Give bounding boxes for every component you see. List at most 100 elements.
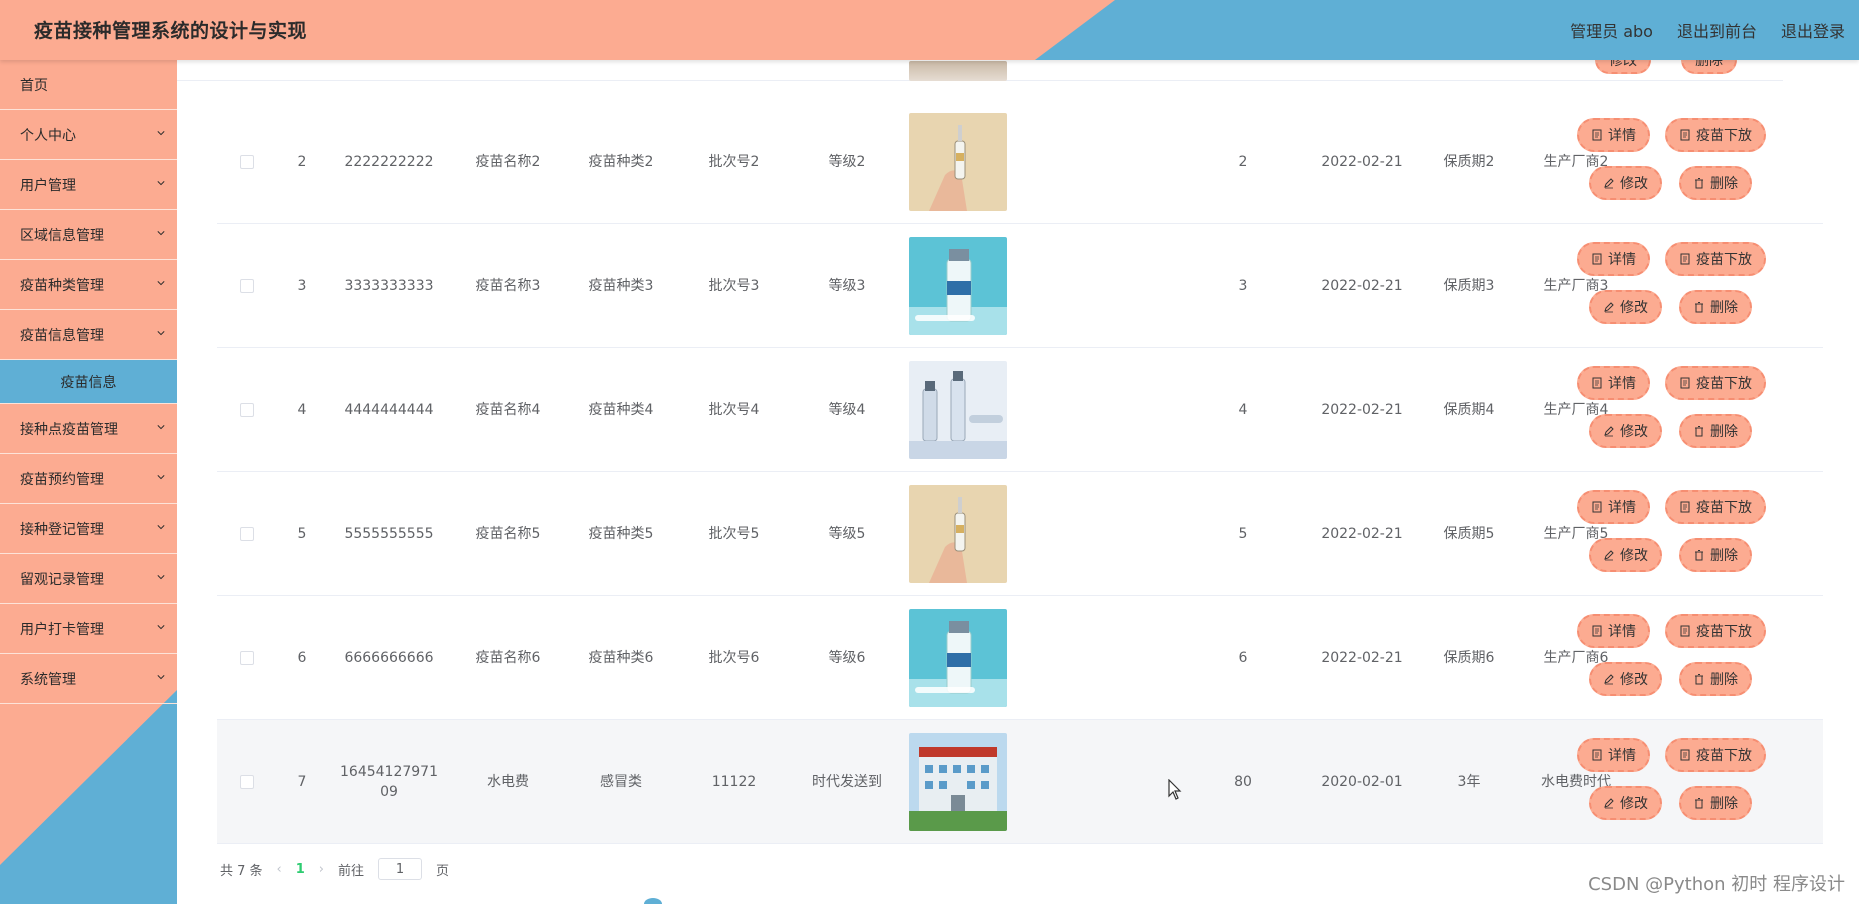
chevron-down-icon — [157, 281, 165, 286]
edit-button[interactable]: 修改 — [1589, 290, 1662, 324]
vaccine-release-button[interactable]: 疫苗下放 — [1665, 490, 1766, 524]
cell-level: 等级5 — [828, 526, 866, 542]
sidebar-item-1[interactable]: 个人中心 — [0, 110, 177, 160]
sidebar-item-3[interactable]: 区域信息管理 — [0, 210, 177, 260]
row-checkbox-cell — [217, 224, 277, 348]
trash-icon — [1695, 798, 1703, 809]
sidebar-item-2[interactable]: 用户管理 — [0, 160, 177, 210]
table-row[interactable]: 2 2222222222 疫苗名称2 疫苗种类2 批次号2 等级2 2 2022-02-21 保… — [217, 100, 1823, 224]
row-checkbox[interactable] — [240, 775, 254, 789]
sidebar-item-label: 留观记录管理 — [20, 571, 104, 588]
chevron-down-icon — [157, 475, 165, 480]
sidebar-item-label: 首页 — [20, 77, 48, 94]
row-checkbox[interactable] — [240, 527, 254, 541]
next-page-button[interactable]: › — [319, 862, 324, 877]
delete-button[interactable]: 删除 — [1679, 414, 1752, 448]
cell-qty: 5 — [1238, 526, 1248, 542]
pencil-icon — [1604, 426, 1614, 437]
detail-button[interactable]: 详情 — [1577, 118, 1650, 152]
edit-button[interactable]: 修改 — [1589, 414, 1662, 448]
app-title: 疫苗接种管理系统的设计与实现 — [34, 20, 308, 42]
vaccine-image-cell — [903, 348, 1013, 472]
trash-icon — [1695, 674, 1703, 685]
document-icon — [1680, 129, 1690, 141]
sidebar-item-6[interactable]: 接种点疫苗管理 — [0, 404, 177, 454]
table-row[interactable]: 7 1645412797109 水电费 感冒类 11122 时代发送到 80 2020-02-… — [217, 720, 1823, 844]
edit-button[interactable]: 修改 — [1589, 786, 1662, 820]
cell-shelf: 保质期6 — [1443, 650, 1495, 666]
sidebar-subitem-vaccine-info[interactable]: 疫苗信息 — [0, 360, 177, 404]
prev-page-button[interactable]: ‹ — [277, 862, 282, 877]
logout-link[interactable]: 退出登录 — [1781, 18, 1845, 42]
sidebar-item-0[interactable]: 首页 — [0, 60, 177, 110]
vaccine-image-cell — [903, 720, 1013, 844]
detail-button[interactable]: 详情 — [1577, 490, 1650, 524]
detail-button[interactable]: 详情 — [1577, 738, 1650, 772]
sidebar-item-label: 系统管理 — [20, 671, 76, 688]
trash-icon — [1695, 302, 1703, 313]
sidebar-menu: 首页个人中心用户管理区域信息管理疫苗种类管理 疫苗信息管理 疫苗信息接种点疫苗管理疫… — [0, 60, 177, 704]
cell-level: 时代发送到 — [812, 774, 882, 790]
sidebar-item-10[interactable]: 用户打卡管理 — [0, 604, 177, 654]
delete-button[interactable]: 删除 — [1679, 662, 1752, 696]
table-row[interactable]: 5 5555555555 疫苗名称5 疫苗种类5 批次号5 等级5 5 2022-02-21 保… — [217, 472, 1823, 596]
vaccine-release-button[interactable]: 疫苗下放 — [1665, 366, 1766, 400]
cell-name: 疫苗名称2 — [475, 154, 541, 170]
cell-index: 4 — [297, 402, 307, 418]
cell-level: 等级3 — [828, 278, 866, 294]
cell-date: 2022-02-21 — [1321, 526, 1403, 542]
table-row[interactable]: 3 3333333333 疫苗名称3 疫苗种类3 批次号3 等级3 3 2022-02-21 保… — [217, 224, 1823, 348]
vaccine-release-button[interactable]: 疫苗下放 — [1665, 738, 1766, 772]
row-checkbox[interactable] — [240, 651, 254, 665]
exit-to-front-link[interactable]: 退出到前台 — [1677, 18, 1757, 42]
vaccine-release-button[interactable]: 疫苗下放 — [1665, 118, 1766, 152]
page-suffix: 页 — [436, 863, 450, 879]
vaccine-image — [909, 361, 1007, 459]
vaccine-release-button[interactable]: 疫苗下放 — [1665, 242, 1766, 276]
vaccine-image — [909, 609, 1007, 707]
vaccine-release-button[interactable]: 疫苗下放 — [1665, 614, 1766, 648]
delete-button[interactable]: 删除 — [1679, 166, 1752, 200]
cell-qty: 6 — [1238, 650, 1248, 666]
cell-index: 3 — [297, 278, 307, 294]
page-1-button[interactable]: 1 — [296, 862, 305, 877]
sidebar-item-label: 区域信息管理 — [20, 227, 104, 244]
detail-button[interactable]: 详情 — [1577, 242, 1650, 276]
chevron-down-icon — [157, 625, 165, 630]
cell-name: 疫苗名称6 — [475, 650, 541, 666]
cell-type: 疫苗种类5 — [588, 526, 654, 542]
sidebar-item-9[interactable]: 留观记录管理 — [0, 554, 177, 604]
edit-button[interactable]: 修改 — [1589, 662, 1662, 696]
sidebar-item-7[interactable]: 疫苗预约管理 — [0, 454, 177, 504]
table-row[interactable]: 4 4444444444 疫苗名称4 疫苗种类4 批次号4 等级4 4 2022-02-21 保… — [217, 348, 1823, 472]
sidebar: 首页个人中心用户管理区域信息管理疫苗种类管理 疫苗信息管理 疫苗信息接种点疫苗管理疫… — [0, 60, 177, 904]
sidebar-item-4[interactable]: 疫苗种类管理 — [0, 260, 177, 310]
sidebar-item-11[interactable]: 系统管理 — [0, 654, 177, 704]
document-icon — [1592, 625, 1602, 637]
cell-type: 疫苗种类6 — [588, 650, 654, 666]
delete-button[interactable]: 删除 — [1679, 290, 1752, 324]
row-checkbox[interactable] — [240, 403, 254, 417]
trash-icon — [1695, 426, 1703, 437]
row-checkbox-cell — [217, 472, 277, 596]
cell-level: 等级4 — [828, 402, 866, 418]
table-row[interactable]: 6 6666666666 疫苗名称6 疫苗种类6 批次号6 等级6 6 2022-02-21 保… — [217, 596, 1823, 720]
row-checkbox[interactable] — [240, 279, 254, 293]
pencil-icon — [1604, 550, 1614, 561]
edit-button[interactable]: 修改 — [1589, 538, 1662, 572]
delete-button[interactable]: 删除 — [1679, 538, 1752, 572]
sidebar-item-8[interactable]: 接种登记管理 — [0, 504, 177, 554]
cell-name: 水电费 — [487, 774, 529, 790]
cell-qty: 4 — [1238, 402, 1248, 418]
row-checkbox[interactable] — [240, 155, 254, 169]
goto-page-input[interactable] — [378, 858, 423, 880]
detail-button[interactable]: 详情 — [1577, 614, 1650, 648]
detail-button[interactable]: 详情 — [1577, 366, 1650, 400]
delete-button[interactable]: 删除 — [1679, 786, 1752, 820]
edit-button[interactable]: 修改 — [1589, 166, 1662, 200]
sidebar-item-5[interactable]: 疫苗信息管理 — [0, 310, 177, 360]
document-icon — [1680, 625, 1690, 637]
cell-code: 2222222222 — [344, 154, 434, 170]
sidebar-item-label: 个人中心 — [20, 127, 76, 144]
sidebar-item-label: 接种点疫苗管理 — [20, 421, 118, 438]
